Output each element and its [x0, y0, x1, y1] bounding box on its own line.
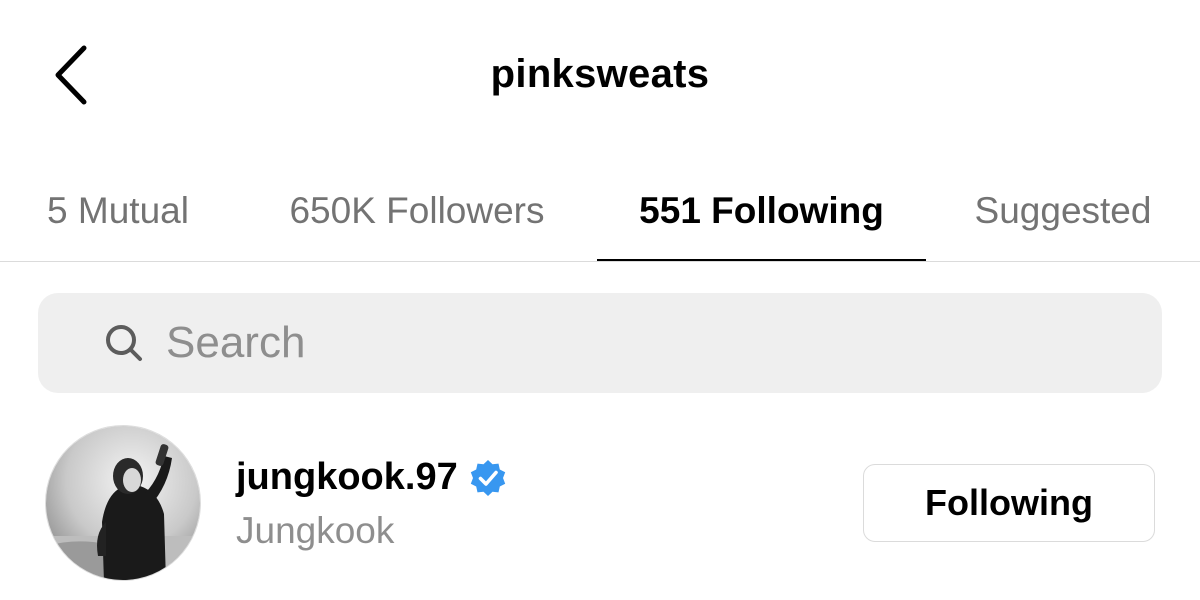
search-bar[interactable] — [38, 293, 1162, 393]
username: jungkook.97 — [236, 456, 458, 498]
tab-suggested[interactable]: Suggested — [944, 160, 1182, 262]
avatar-photo — [46, 426, 200, 580]
avatar[interactable] — [45, 425, 201, 581]
username-link[interactable]: jungkook.97 — [236, 456, 508, 499]
verified-badge-icon — [470, 459, 505, 496]
following-button[interactable]: Following — [863, 464, 1155, 542]
search-icon — [106, 325, 142, 361]
list-item[interactable]: jungkook.97 Jungkook Following — [0, 420, 1200, 590]
tab-mutual[interactable]: 5 Mutual — [18, 160, 218, 262]
active-tab-indicator — [597, 259, 926, 261]
search-input[interactable] — [166, 318, 1066, 368]
tab-following[interactable]: 551 Following — [597, 160, 926, 262]
profile-tabs: 5 Mutual 650K Followers 551 Following Su… — [0, 160, 1200, 262]
page-title: pinksweats — [490, 52, 710, 96]
top-nav-bar: pinksweats — [0, 0, 1200, 150]
tab-followers[interactable]: 650K Followers — [252, 160, 582, 262]
full-name: Jungkook — [236, 510, 395, 551]
